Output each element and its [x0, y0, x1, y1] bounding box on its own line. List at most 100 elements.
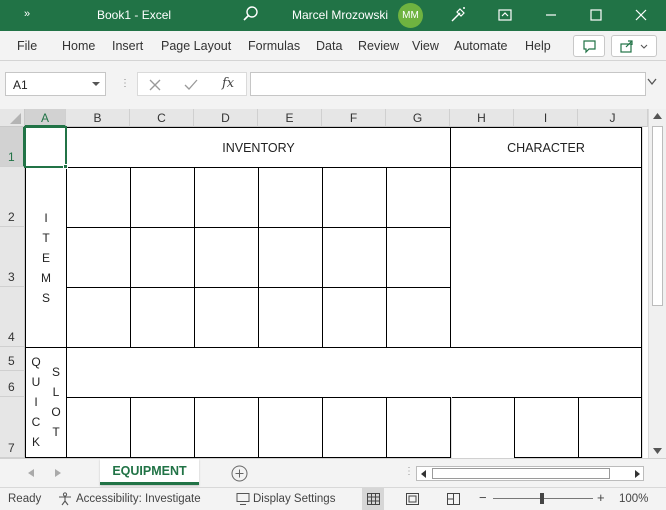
column-header-g[interactable]: G: [386, 109, 450, 127]
column-header-h[interactable]: H: [450, 109, 514, 127]
character-area-cell[interactable]: [450, 167, 642, 348]
inventory-slot-cell[interactable]: [322, 227, 387, 288]
enter-check-icon[interactable]: [184, 79, 198, 91]
horizontal-scrollbar[interactable]: [416, 466, 644, 481]
column-header-c[interactable]: C: [130, 109, 194, 127]
fill-handle[interactable]: [63, 164, 68, 169]
share-button[interactable]: [611, 35, 657, 57]
row-header-6[interactable]: 6: [0, 371, 25, 397]
inventory-slot-cell[interactable]: [130, 287, 195, 348]
items-label-cell[interactable]: I T E M S: [25, 167, 67, 348]
inventory-slot-cell[interactable]: [194, 287, 259, 348]
column-header-i[interactable]: I: [514, 109, 578, 127]
column-header-e[interactable]: E: [258, 109, 322, 127]
column-header-f[interactable]: F: [322, 109, 386, 127]
quick-slot-cell[interactable]: [322, 397, 387, 458]
inventory-slot-cell[interactable]: [130, 227, 195, 288]
menu-data[interactable]: Data: [316, 39, 342, 53]
inventory-slot-cell[interactable]: [386, 287, 451, 348]
row-header-4[interactable]: 4: [0, 287, 25, 347]
equipment-slot-cell[interactable]: [514, 397, 579, 458]
menu-help[interactable]: Help: [525, 39, 551, 53]
ribbon-display-options-icon[interactable]: [494, 4, 516, 26]
maximize-icon[interactable]: [585, 4, 607, 26]
insert-function-icon[interactable]: fx: [222, 76, 234, 91]
tab-splitter[interactable]: ⋮: [404, 466, 414, 477]
page-break-preview-icon[interactable]: [447, 493, 460, 505]
worksheet-grid[interactable]: A B C D E F G H I J 1 2 3 4 5 6 7 INVENT…: [0, 109, 648, 458]
column-header-j[interactable]: J: [578, 109, 648, 127]
comments-button[interactable]: [573, 35, 605, 57]
column-header-b[interactable]: B: [66, 109, 130, 127]
page-layout-view-icon[interactable]: [406, 493, 419, 505]
menu-review[interactable]: Review: [358, 39, 399, 53]
menu-automate[interactable]: Automate: [454, 39, 508, 53]
column-header-a[interactable]: A: [25, 109, 66, 127]
horizontal-scroll-thumb[interactable]: [432, 468, 610, 479]
scroll-right-icon[interactable]: [635, 470, 640, 478]
zoom-out-button[interactable]: −: [479, 490, 487, 505]
inventory-slot-cell[interactable]: [66, 167, 131, 228]
inventory-slot-cell[interactable]: [194, 227, 259, 288]
vertical-scroll-thumb[interactable]: [652, 126, 663, 306]
normal-view-button[interactable]: [362, 488, 384, 510]
cancel-icon[interactable]: [149, 79, 161, 91]
vertical-scrollbar[interactable]: [648, 109, 666, 458]
formula-input[interactable]: [250, 72, 646, 96]
character-header-cell[interactable]: CHARACTER: [450, 127, 642, 168]
formula-bar-splitter[interactable]: ⋮: [120, 78, 131, 89]
quick-access-overflow-button[interactable]: »: [24, 8, 30, 20]
quick-slot-cell[interactable]: [194, 397, 259, 458]
inventory-slot-cell[interactable]: [258, 287, 323, 348]
inventory-slot-cell[interactable]: [322, 287, 387, 348]
quick-slot-cell[interactable]: [66, 397, 131, 458]
accessibility-status[interactable]: Accessibility: Investigate: [76, 493, 201, 505]
menu-insert[interactable]: Insert: [112, 39, 143, 53]
inventory-slot-cell[interactable]: [66, 227, 131, 288]
zoom-in-button[interactable]: +: [597, 490, 605, 505]
display-settings-button[interactable]: Display Settings: [253, 493, 335, 505]
inventory-slot-cell[interactable]: [66, 287, 131, 348]
zoom-slider-thumb[interactable]: [540, 493, 544, 504]
search-icon[interactable]: [241, 4, 261, 24]
menu-formulas[interactable]: Formulas: [248, 39, 300, 53]
row-header-7[interactable]: 7: [0, 397, 25, 458]
inventory-slot-cell[interactable]: [386, 167, 451, 228]
menu-file[interactable]: File: [17, 39, 37, 53]
add-sheet-icon[interactable]: [231, 465, 248, 482]
row-header-1[interactable]: 1: [0, 127, 25, 167]
select-all-corner[interactable]: [0, 109, 25, 127]
sheet-tab-equipment[interactable]: EQUIPMENT: [100, 459, 199, 485]
menu-view[interactable]: View: [412, 39, 439, 53]
quick-slot-label-cell[interactable]: Q U I C K S L O T: [25, 347, 67, 458]
row-header-3[interactable]: 3: [0, 227, 25, 287]
scroll-up-icon[interactable]: [653, 113, 662, 119]
inventory-slot-cell[interactable]: [322, 167, 387, 228]
quick-slot-band-cell[interactable]: [66, 347, 642, 398]
minimize-icon[interactable]: [540, 4, 562, 26]
inventory-slot-cell[interactable]: [194, 167, 259, 228]
row-header-5[interactable]: 5: [0, 347, 25, 371]
inventory-slot-cell[interactable]: [258, 167, 323, 228]
inventory-slot-cell[interactable]: [258, 227, 323, 288]
quick-slot-cell[interactable]: [386, 397, 451, 458]
quick-slot-cell[interactable]: [130, 397, 195, 458]
next-sheet-icon[interactable]: [55, 469, 61, 477]
inventory-slot-cell[interactable]: [130, 167, 195, 228]
designer-wand-icon[interactable]: [447, 4, 469, 26]
menu-home[interactable]: Home: [62, 39, 95, 53]
chevron-down-icon[interactable]: [92, 82, 100, 87]
expand-formula-bar-icon[interactable]: [647, 78, 657, 86]
inventory-header-cell[interactable]: INVENTORY: [66, 127, 451, 168]
quick-slot-cell[interactable]: [258, 397, 323, 458]
menu-page-layout[interactable]: Page Layout: [161, 39, 231, 53]
row-header-2[interactable]: 2: [0, 167, 25, 227]
inventory-slot-cell[interactable]: [386, 227, 451, 288]
zoom-level[interactable]: 100%: [619, 493, 648, 505]
scroll-down-icon[interactable]: [653, 448, 662, 454]
equipment-slot-cell[interactable]: [578, 397, 642, 458]
name-box[interactable]: A1: [5, 72, 106, 96]
previous-sheet-icon[interactable]: [28, 469, 34, 477]
scroll-left-icon[interactable]: [421, 470, 426, 478]
column-header-d[interactable]: D: [194, 109, 258, 127]
